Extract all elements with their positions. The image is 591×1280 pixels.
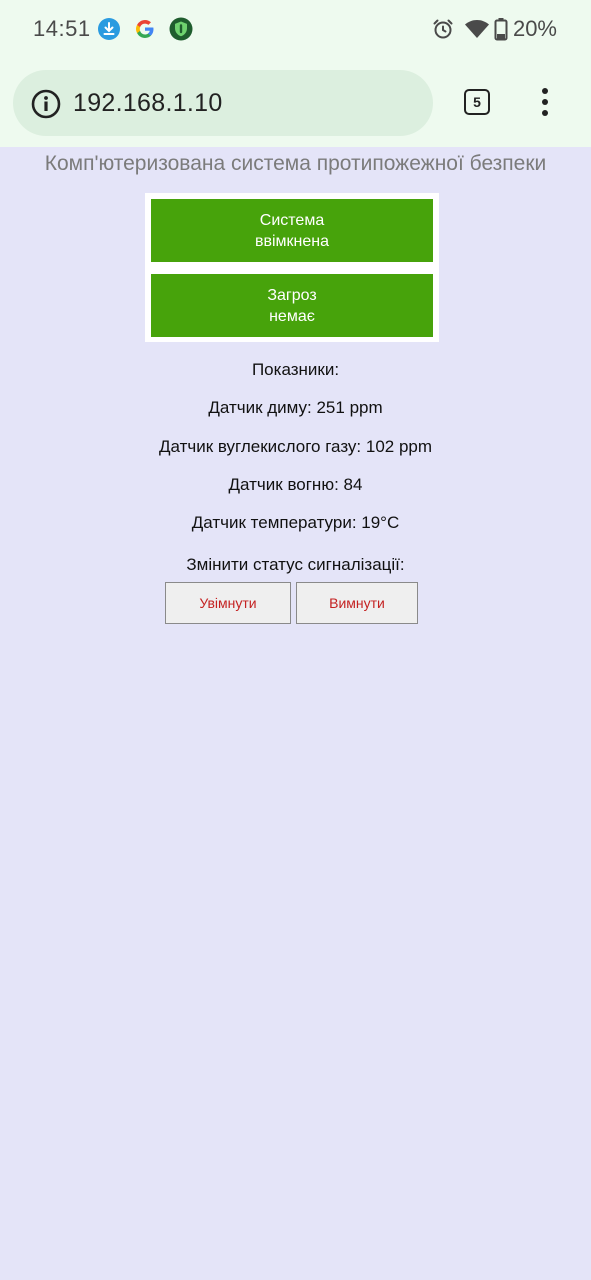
- vpn-shield-icon: [169, 17, 193, 41]
- battery-icon: [494, 18, 508, 41]
- system-status-line1: Система: [259, 211, 325, 229]
- google-icon: [136, 20, 154, 38]
- tab-switcher-button[interactable]: 5: [464, 89, 490, 115]
- status-time: 14:51: [33, 16, 91, 41]
- disable-alarm-button[interactable]: Вимнути: [296, 582, 418, 624]
- co2-sensor-reading: Датчик вуглекислого газу: 102 ppm: [158, 437, 433, 456]
- status-bar: 14:51 20%: [0, 0, 591, 60]
- battery-percentage: 20%: [512, 16, 557, 41]
- threat-status-line2: немає: [269, 307, 315, 325]
- system-status-box: Система ввімкнена: [151, 199, 433, 262]
- page-title: Комп'ютеризована система протипожежної б…: [44, 152, 547, 175]
- wifi-icon: [465, 20, 489, 38]
- overflow-menu-icon[interactable]: [535, 88, 555, 118]
- url-text[interactable]: 192.168.1.10: [73, 89, 223, 118]
- browser-chrome: 14:51 20% 192.168.1.10 5: [0, 0, 591, 147]
- system-status-line2: ввімкнена: [254, 232, 330, 250]
- change-alarm-label: Змінити статус сигналізації:: [186, 555, 405, 574]
- status-panel: Система ввімкнена Загроз немає: [145, 193, 439, 342]
- alarm-icon: [433, 19, 453, 39]
- info-icon[interactable]: [31, 89, 61, 119]
- enable-alarm-button[interactable]: Увімнути: [165, 582, 291, 624]
- address-bar[interactable]: 192.168.1.10: [13, 70, 433, 136]
- indicators-heading: Показники:: [251, 360, 340, 379]
- smoke-sensor-reading: Датчик диму: 251 ppm: [208, 398, 383, 417]
- threat-status-box: Загроз немає: [151, 274, 433, 337]
- temperature-sensor-reading: Датчик температури: 19°C: [191, 513, 400, 532]
- threat-status-line1: Загроз: [267, 286, 317, 304]
- fire-sensor-reading: Датчик вогню: 84: [228, 475, 363, 494]
- download-icon: [98, 18, 120, 40]
